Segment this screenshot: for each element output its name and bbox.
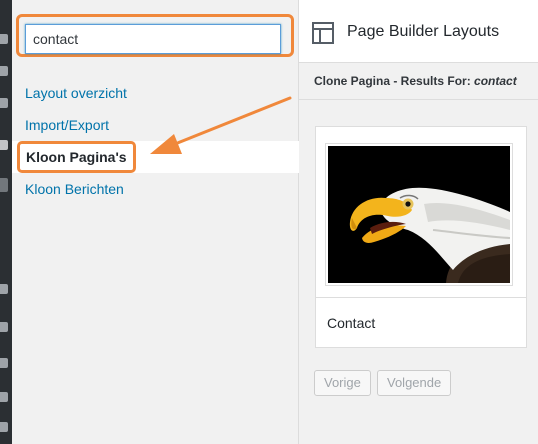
menu-icon (0, 422, 8, 432)
nav-item-kloon-berichten[interactable]: Kloon Berichten (12, 173, 299, 205)
thumbnail-frame (325, 143, 513, 286)
next-button[interactable]: Volgende (377, 370, 452, 396)
menu-icon (0, 66, 8, 76)
nav-item-label: Import/Export (25, 117, 110, 133)
results-prefix: Clone Pagina - Results For: (314, 74, 475, 88)
menu-icon (0, 98, 8, 108)
page-title: Page Builder Layouts (347, 23, 500, 40)
menu-icon (0, 34, 8, 44)
results-query: contact (474, 74, 517, 88)
layout-icon (312, 22, 334, 44)
panel-header: Page Builder Layouts (299, 0, 538, 63)
admin-menu-edge (0, 0, 12, 444)
nav-item-label: Kloon Berichten (25, 181, 124, 197)
layouts-main: Page Builder Layouts Clone Pagina - Resu… (299, 0, 538, 444)
layouts-sidebar: Layout overzicht Import/Export Kloon Pag… (12, 0, 299, 444)
card-divider (316, 297, 526, 298)
search-input[interactable] (25, 24, 281, 54)
card-title: Contact (327, 315, 376, 331)
nav-item-label: Layout overzicht (25, 85, 127, 101)
annotation-arrow (150, 96, 292, 154)
menu-icon (0, 392, 8, 402)
menu-icon (0, 178, 8, 192)
results-heading: Clone Pagina - Results For: contact (299, 63, 538, 100)
menu-icon (0, 140, 8, 150)
layout-card[interactable]: Contact (315, 126, 527, 348)
prev-button[interactable]: Vorige (314, 370, 371, 396)
menu-icon (0, 284, 8, 294)
bald-eagle-photo (328, 146, 510, 283)
menu-icon (0, 322, 8, 332)
nav-item-label: Kloon Pagina's (17, 141, 136, 173)
menu-icon (0, 358, 8, 368)
